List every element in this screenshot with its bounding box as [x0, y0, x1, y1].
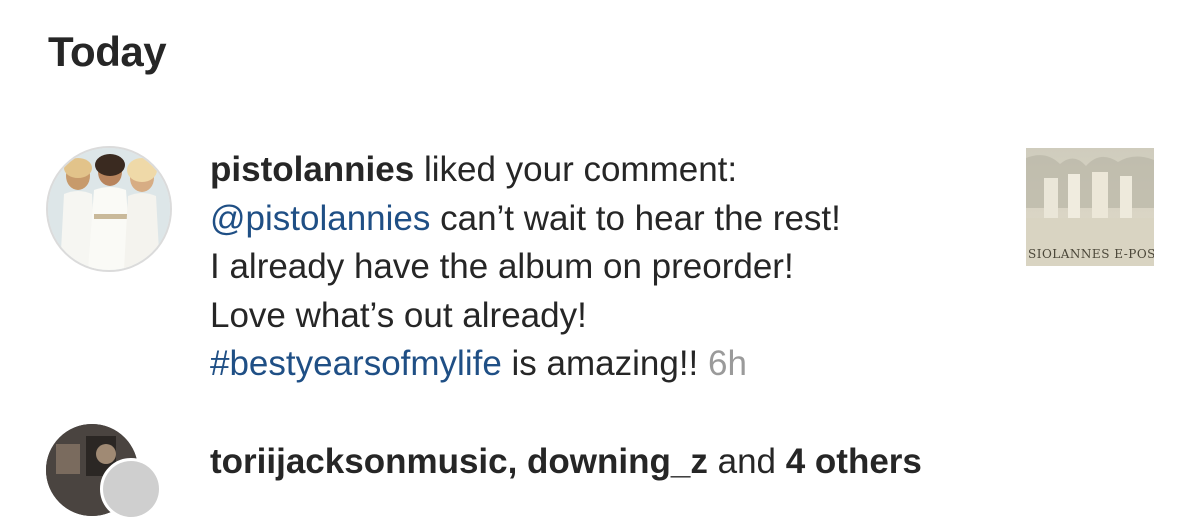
secondary-avatar[interactable]: [100, 458, 162, 520]
post-thumbnail[interactable]: SIOLANNES E-POS: [1026, 148, 1154, 266]
username-link[interactable]: pistolannies: [210, 150, 414, 189]
notification-item[interactable]: toriijacksonmusic, downing_z and 4 other…: [0, 420, 1200, 520]
post-thumbnail-icon: SIOLANNES E-POS: [1026, 148, 1154, 266]
comment-text: can’t wait to hear the rest!: [430, 198, 841, 238]
svg-text:SIOLANNES E-POS: SIOLANNES E-POS: [1028, 247, 1154, 261]
notification-action: liked your comment:: [414, 150, 738, 189]
profile-photo-icon: [48, 148, 170, 270]
notification-item[interactable]: pistolannies liked your comment: @pistol…: [0, 140, 1200, 390]
others-link[interactable]: 4 others: [786, 442, 922, 481]
usernames-link[interactable]: toriijacksonmusic, downing_z: [210, 442, 708, 481]
avatar[interactable]: [46, 146, 172, 272]
avatar-image: [103, 461, 159, 517]
comment-line-3: I already have the album on preorder!: [210, 247, 794, 286]
notification-line-2: @pistolannies can’t wait to hear the res…: [210, 195, 1000, 244]
notification-text: pistolannies liked your comment: @pistol…: [210, 146, 1000, 389]
comment-text-end: is amazing!!: [501, 344, 708, 383]
notification-line-1: pistolannies liked your comment:: [210, 146, 1000, 195]
notification-text: toriijacksonmusic, downing_z and 4 other…: [210, 438, 922, 486]
hashtag-link[interactable]: #bestyearsofmylife: [210, 344, 502, 383]
mention-link[interactable]: @pistolannies: [210, 199, 430, 238]
comment-line-4: Love what’s out already!: [210, 295, 587, 335]
notification-connector: and: [707, 442, 786, 481]
timestamp: 6h: [708, 344, 747, 383]
notification-line-5: #bestyearsofmylife is amazing!! 6h: [210, 340, 1000, 389]
section-header-today: Today: [48, 28, 167, 75]
